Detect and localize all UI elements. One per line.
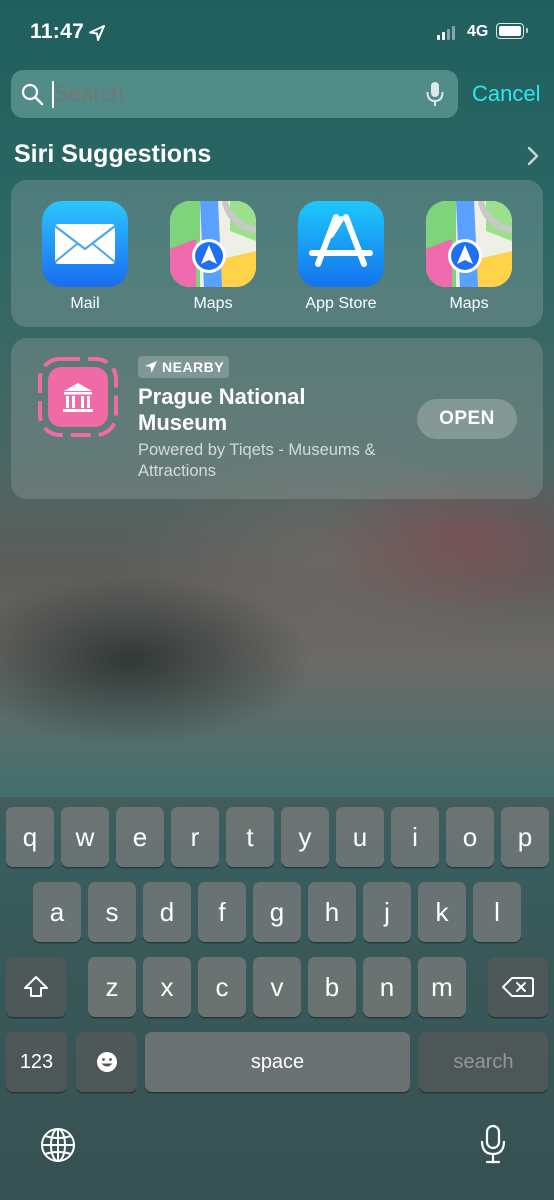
status-time: 11:47 — [30, 20, 85, 43]
key-m[interactable]: m — [418, 957, 466, 1017]
app-maps[interactable]: Maps — [170, 201, 256, 313]
nearby-badge-label: NEARBY — [162, 359, 225, 375]
app-label: App Store — [305, 295, 377, 312]
numbers-key[interactable]: 123 — [6, 1032, 67, 1092]
key-j[interactable]: j — [363, 882, 411, 942]
dictation-mic-icon[interactable] — [479, 1124, 507, 1164]
key-e[interactable]: e — [116, 807, 164, 867]
backspace-icon — [502, 977, 534, 997]
key-b[interactable]: b — [308, 957, 356, 1017]
signal-strength-icon — [437, 26, 455, 40]
location-arrow-icon — [89, 25, 105, 41]
key-q[interactable]: q — [6, 807, 54, 867]
shift-icon — [24, 976, 48, 997]
key-o[interactable]: o — [446, 807, 494, 867]
shift-key[interactable] — [6, 957, 66, 1017]
battery-cap — [526, 28, 528, 33]
app-maps[interactable]: Maps — [426, 201, 512, 313]
search-return-key[interactable]: search — [419, 1032, 548, 1092]
key-n[interactable]: n — [363, 957, 411, 1017]
app-mail[interactable]: Mail — [42, 201, 128, 313]
maps-icon — [426, 201, 512, 287]
network-type: 4G — [467, 23, 489, 40]
key-s[interactable]: s — [88, 882, 136, 942]
chevron-right-icon[interactable] — [526, 146, 540, 166]
key-d[interactable]: d — [143, 882, 191, 942]
key-v[interactable]: v — [253, 957, 301, 1017]
battery-icon — [496, 23, 524, 39]
search-icon — [21, 83, 44, 106]
key-k[interactable]: k — [418, 882, 466, 942]
key-c[interactable]: c — [198, 957, 246, 1017]
key-g[interactable]: g — [253, 882, 301, 942]
dictation-mic-icon[interactable] — [425, 81, 445, 108]
key-x[interactable]: x — [143, 957, 191, 1017]
siri-suggestions-title: Siri Suggestions — [14, 140, 212, 168]
app-store-icon — [298, 201, 384, 287]
mail-icon — [42, 201, 128, 287]
key-l[interactable]: l — [473, 882, 521, 942]
emoji-icon — [96, 1052, 117, 1072]
key-h[interactable]: h — [308, 882, 356, 942]
key-a[interactable]: a — [33, 882, 81, 942]
key-y[interactable]: y — [281, 807, 329, 867]
cancel-button[interactable]: Cancel — [472, 81, 540, 107]
key-f[interactable]: f — [198, 882, 246, 942]
key-z[interactable]: z — [88, 957, 136, 1017]
key-u[interactable]: u — [336, 807, 384, 867]
emoji-key[interactable] — [76, 1032, 137, 1092]
key-t[interactable]: t — [226, 807, 274, 867]
museum-icon — [38, 357, 118, 437]
app-label: Maps — [449, 295, 489, 312]
maps-icon — [170, 201, 256, 287]
globe-icon[interactable] — [40, 1127, 76, 1163]
key-i[interactable]: i — [391, 807, 439, 867]
app-label: Maps — [193, 295, 233, 312]
app-app-store[interactable]: App Store — [298, 201, 384, 313]
location-arrow-icon — [145, 361, 157, 373]
search-input[interactable] — [54, 81, 384, 107]
nearby-title: Prague National Museum — [138, 384, 306, 435]
space-key[interactable]: space — [145, 1032, 410, 1092]
nearby-subtitle: Powered by Tiqets - Museums & Attraction… — [138, 441, 376, 480]
delete-key[interactable] — [488, 957, 548, 1017]
key-r[interactable]: r — [171, 807, 219, 867]
app-label: Mail — [70, 295, 100, 312]
key-p[interactable]: p — [501, 807, 549, 867]
open-button[interactable]: OPEN — [417, 399, 517, 439]
key-w[interactable]: w — [61, 807, 109, 867]
